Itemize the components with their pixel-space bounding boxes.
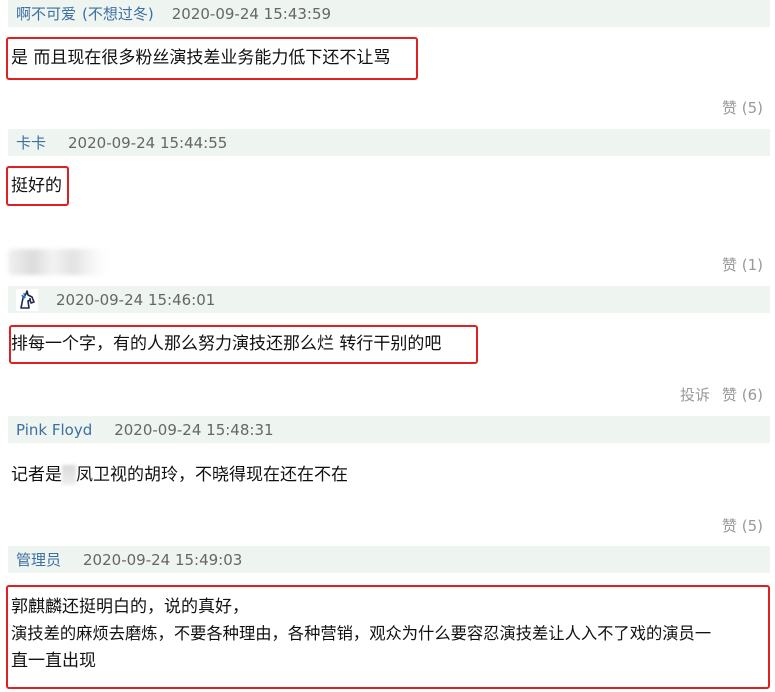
blurred-username	[8, 249, 108, 275]
comment-timestamp: 2020-09-24 15:48:31	[114, 420, 274, 439]
comment-author[interactable]: 啊不可爱	[16, 3, 76, 24]
comment-text: 记者是 凤卫视的胡玲，不晓得现在还在不在	[11, 462, 348, 488]
comment-text: 排每一个字，有的人那么努力演技还那么烂 转行干别的吧	[11, 334, 442, 354]
comment-header: 管理员 2020-09-24 15:49:03	[8, 546, 770, 573]
comment-text-line: 演技差的麻烦去磨炼，不要各种理由，各种营销，观众为什么要容忍演技差让人入不了戏的…	[11, 624, 712, 643]
like-button[interactable]: 赞 (5)	[722, 97, 763, 118]
like-button[interactable]: 赞 (6)	[722, 384, 763, 405]
comment-text-line: 郭麒麟还挺明白的，说的真好，	[11, 597, 249, 617]
comment-timestamp: 2020-09-24 15:49:03	[83, 550, 243, 569]
comment-actions: 赞 (1)	[722, 254, 763, 275]
comment-header: 啊不可爱 (不想过冬) 2020-09-24 15:43:59	[8, 0, 770, 27]
comment-author[interactable]: 管理员	[16, 549, 61, 570]
comment-timestamp: 2020-09-24 15:43:59	[171, 4, 332, 23]
comment-actions: 投诉 赞 (6)	[680, 384, 763, 405]
unicorn-avatar-icon[interactable]	[16, 288, 38, 311]
comment-text: 挺好的	[11, 176, 62, 196]
comment-text-line: 直一直出现	[11, 651, 96, 671]
comment-text: 是 而且现在很多粉丝演技差业务能力低下还不让骂	[11, 48, 391, 68]
comment-text-part: 凤卫视的胡玲，不晓得现在还在不在	[76, 465, 348, 485]
comment-timestamp: 2020-09-24 15:44:55	[68, 133, 228, 152]
comment-timestamp: 2020-09-24 15:46:01	[56, 290, 216, 309]
comment-header: Pink Floyd 2020-09-24 15:48:31	[8, 416, 770, 443]
comment-author[interactable]: Pink Floyd	[16, 421, 92, 439]
like-button[interactable]: 赞 (1)	[722, 254, 763, 275]
like-button[interactable]: 赞 (5)	[722, 515, 763, 536]
comment-text-part: 记者是	[11, 465, 62, 485]
author-note: (不想过冬)	[82, 5, 154, 23]
redacted-char	[62, 465, 76, 485]
comment-actions: 赞 (5)	[722, 97, 763, 118]
comment-header: 2020-09-24 15:46:01	[8, 286, 770, 313]
comment-actions: 赞 (5)	[722, 515, 763, 536]
comment-author[interactable]: 卡卡	[16, 132, 46, 153]
report-button[interactable]: 投诉	[680, 384, 710, 405]
comment-header: 卡卡 2020-09-24 15:44:55	[8, 129, 770, 156]
